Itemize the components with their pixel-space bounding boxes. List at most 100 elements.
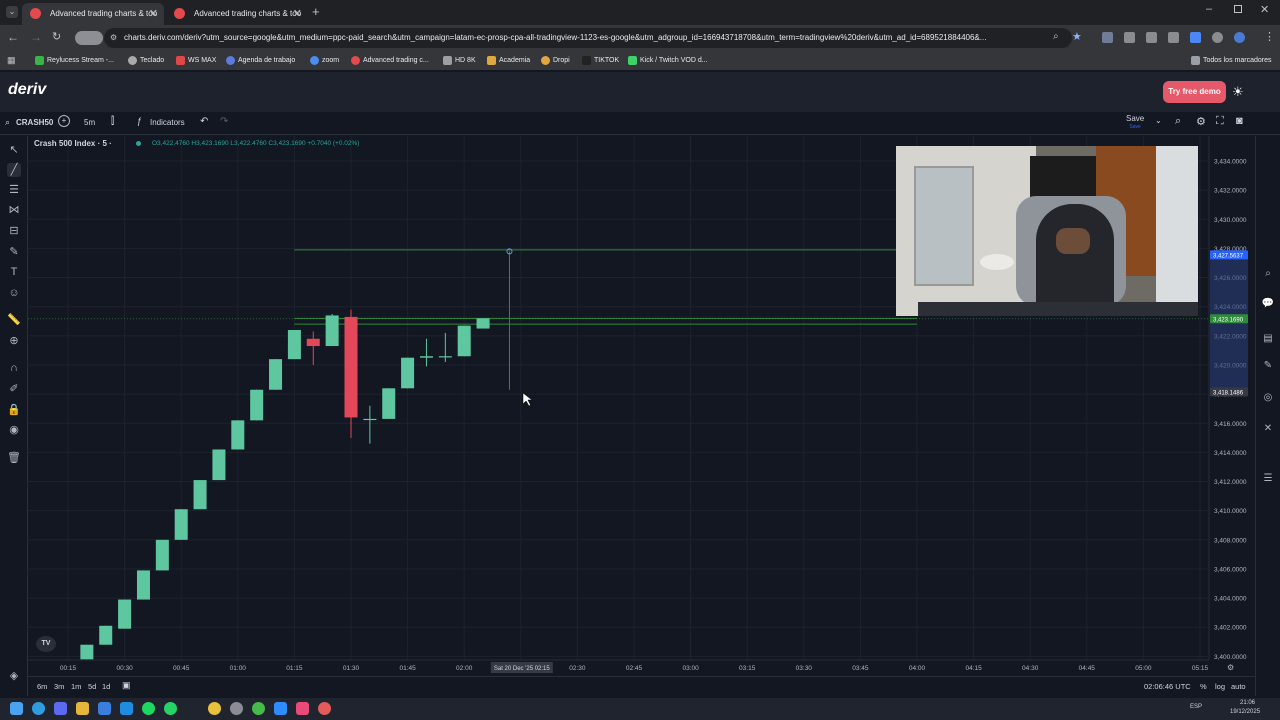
range-1d[interactable]: 1d [102,682,110,691]
url-field[interactable]: ⚙ charts.deriv.com/deriv?utm_source=goog… [104,28,1072,48]
quick-search-icon[interactable]: ⌕ [1175,115,1181,128]
text-icon[interactable]: T [7,265,21,279]
app-icon[interactable] [54,702,67,715]
percent-scale-button[interactable]: % [1200,682,1207,691]
interval-button[interactable]: 5m [84,118,95,127]
indicators-button[interactable]: Indicators [150,118,185,127]
visibility-eye-icon[interactable]: ◉ [7,423,21,437]
range-3m[interactable]: 3m [54,682,64,691]
search-icon[interactable]: ⌕ [5,117,10,128]
tradingview-logo[interactable]: TV [36,636,56,652]
site-info-icon[interactable]: ⚙ [110,28,117,48]
app-icon[interactable] [98,702,111,715]
extensions-icons[interactable] [1102,32,1252,44]
trend-line-icon[interactable]: ╱ [7,163,21,177]
zoom-app-icon[interactable] [274,702,287,715]
layers-icon[interactable]: ◈ [7,669,21,683]
bookmark-item[interactable]: Dropi [541,54,570,67]
app-icon[interactable] [252,702,265,715]
try-free-demo-button[interactable]: Try free demo [1163,81,1226,103]
back-icon[interactable]: ← [7,30,19,44]
magnet-icon[interactable]: ∩ [7,361,21,375]
app-icon[interactable] [318,702,331,715]
edge-icon[interactable] [32,702,45,715]
gamepad-icon[interactable]: ◎ [1261,392,1275,406]
app-icon[interactable] [296,702,309,715]
lock-icon[interactable]: 🔒 [7,403,21,417]
range-1m[interactable]: 1m [71,682,81,691]
auto-scale-button[interactable]: auto [1231,682,1246,691]
extension-pill-icon[interactable] [75,31,103,45]
camera-snapshot-icon[interactable]: ◙ [1236,115,1243,127]
reload-icon[interactable]: ↻ [52,30,61,43]
bookmark-item[interactable]: TIKTOK [582,54,619,67]
bookmark-item[interactable]: zoom [310,54,339,67]
forward-icon[interactable]: → [30,30,42,44]
browser-tab[interactable]: Advanced trading charts & too ✕ [166,3,308,25]
emoji-icon[interactable]: ☺ [7,286,21,300]
minimize-icon[interactable]: – [1206,3,1212,15]
save-dropdown-icon[interactable]: ⌄ [1155,116,1162,125]
compare-add-icon[interactable]: + [58,115,70,127]
close-tab-icon[interactable]: ✕ [293,3,302,25]
notes-icon[interactable]: ✎ [1261,360,1275,374]
close-window-icon[interactable]: ✕ [1260,3,1269,16]
range-5d[interactable]: 5d [88,682,96,691]
stay-drawing-icon[interactable]: ✐ [7,382,21,396]
maximize-icon[interactable] [1234,5,1242,13]
redo-icon[interactable]: ↷ [220,116,228,127]
theme-toggle-icon[interactable]: ☀ [1232,84,1244,100]
watchlist-icon[interactable]: ⌕ [1261,268,1275,282]
log-scale-button[interactable]: log [1215,682,1225,691]
new-tab-icon[interactable]: + [312,4,320,19]
bookmark-item[interactable]: Reylucess Stream -... [35,54,114,67]
utc-clock[interactable]: 02:06:46 UTC [1144,682,1191,691]
spotify-icon[interactable] [142,702,155,715]
pattern-icon[interactable]: ⋈ [7,203,21,217]
range-6m[interactable]: 6m [37,682,47,691]
projection-icon[interactable]: ⊟ [7,224,21,238]
chart-type-candles-icon[interactable]: ⫿ [111,116,114,127]
tools-icon[interactable]: ✕ [1261,423,1275,437]
app-icon[interactable] [230,702,243,715]
chrome-icon[interactable] [208,702,221,715]
calculator-icon[interactable]: ▤ [1261,333,1275,347]
zoom-in-icon[interactable]: ⊕ [7,334,21,348]
indicators-icon[interactable]: ƒ [137,116,142,126]
deriv-logo[interactable]: deriv [8,81,46,99]
bookmark-item[interactable]: Teclado [128,54,164,67]
trash-icon[interactable]: 🗑 [7,451,21,465]
folder-icon[interactable] [76,702,89,715]
fullscreen-icon[interactable]: ⛶ [1216,115,1224,128]
fib-levels-icon[interactable]: ☰ [7,183,21,197]
clock-time[interactable]: 21:06 [1240,700,1255,706]
bookmark-item[interactable]: Advanced trading c... [351,54,429,67]
settings-gear-icon[interactable]: ⚙ [1196,115,1206,128]
bookmark-item[interactable]: Academia [487,54,530,67]
cursor-icon[interactable]: ↖ [7,143,21,157]
start-icon[interactable] [10,702,23,715]
symbol-search[interactable]: CRASH50 [16,118,53,127]
goto-date-icon[interactable]: ▣ [122,680,131,691]
language-indicator[interactable]: ESP [1190,704,1202,710]
all-bookmarks[interactable]: Todos los marcadores [1191,54,1271,67]
bookmark-star-icon[interactable]: ★ [1072,30,1082,43]
chat-icon[interactable]: 💬 [1261,298,1275,312]
ruler-icon[interactable]: 📏 [7,313,21,327]
clock-date[interactable]: 19/12/2025 [1230,709,1260,715]
undo-icon[interactable]: ↶ [200,116,208,127]
whatsapp-icon[interactable] [164,702,177,715]
browser-tab-active[interactable]: Advanced trading charts & too ✕ [22,3,164,25]
menu-kebab-icon[interactable]: ⋮ [1264,30,1275,43]
close-tab-icon[interactable]: ✕ [149,3,158,25]
brush-icon[interactable]: ✎ [7,245,21,259]
apps-grid-icon[interactable]: ▦ [7,55,16,66]
app-icon[interactable] [120,702,133,715]
settings-sliders-icon[interactable]: ☰ [1261,473,1275,487]
save-button[interactable]: Save Save [1126,115,1144,131]
bookmark-item[interactable]: HD 8K [443,54,476,67]
bookmark-item[interactable]: WS MAX [176,54,216,67]
tab-list-icon[interactable]: ⌄ [6,6,18,18]
zoom-icon[interactable]: ⌕ [1053,31,1059,42]
bookmark-item[interactable]: Agenda de trabajo [226,54,295,67]
